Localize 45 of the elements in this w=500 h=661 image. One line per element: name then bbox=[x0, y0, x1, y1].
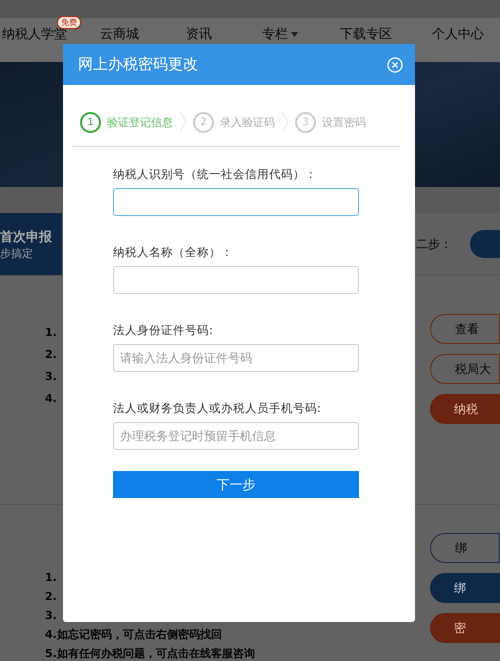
input-field[interactable] bbox=[113, 188, 359, 216]
field-label: 纳税人识别号（统一社会信用代码）： bbox=[113, 167, 318, 182]
input-field[interactable]: 请输入法人身份证件号码 bbox=[113, 344, 359, 372]
step-number: 1 bbox=[80, 112, 101, 132]
instruction-text: 2. bbox=[45, 590, 58, 603]
instruction-text: 4.如忘记密码，可点击右侧密码找回 bbox=[45, 628, 223, 641]
instruction-text: 4. bbox=[45, 392, 57, 405]
chevron-icon bbox=[179, 111, 187, 133]
step-label: 设置密码 bbox=[322, 114, 366, 130]
side-button[interactable]: 密 bbox=[430, 613, 500, 643]
side-button[interactable]: 税局大 bbox=[430, 354, 500, 384]
side-button[interactable]: 绑 bbox=[430, 533, 500, 563]
promo-button[interactable] bbox=[470, 230, 500, 258]
caret-icon bbox=[291, 32, 298, 36]
nav-link[interactable]: 下载专区 bbox=[340, 25, 392, 43]
instruction-text: 1. bbox=[45, 326, 57, 339]
close-icon[interactable] bbox=[387, 56, 403, 72]
chevron-icon bbox=[281, 111, 289, 133]
side-button[interactable]: 查看 bbox=[430, 314, 500, 344]
nav-badge: 免费 bbox=[57, 16, 81, 29]
side-button[interactable]: 纳税 bbox=[430, 394, 500, 424]
dialog-title: 网上办税密码更改 bbox=[78, 55, 198, 74]
input-field[interactable]: 办理税务登记时预留手机信息 bbox=[113, 422, 359, 450]
input-field[interactable] bbox=[113, 266, 359, 294]
instruction-text: 1. bbox=[45, 571, 58, 584]
nav-link[interactable]: 专栏 bbox=[262, 25, 298, 43]
step-label: 验证登记信息 bbox=[107, 114, 173, 130]
step-label: 二步： bbox=[416, 236, 452, 252]
step-number: 3 bbox=[295, 112, 316, 132]
field-label: 纳税人名称（全称）： bbox=[113, 245, 234, 260]
instruction-text: 3. bbox=[45, 609, 58, 622]
nav-link[interactable]: 云商城 bbox=[100, 25, 139, 43]
next-button[interactable]: 下一步 bbox=[113, 471, 359, 498]
side-button[interactable]: 绑 bbox=[430, 573, 500, 603]
nav-link[interactable]: 资讯 bbox=[186, 25, 212, 43]
promo-title: 首次申报 bbox=[0, 228, 53, 246]
instruction-text: 3. bbox=[45, 370, 57, 383]
nav-link[interactable]: 个人中心 bbox=[432, 25, 484, 43]
promo-subtitle: 步搞定 bbox=[0, 246, 34, 260]
instruction-text: 5.如有任何办税问题，可点击在线客服咨询 bbox=[45, 647, 255, 660]
field-label: 法人或财务负责人或办税人员手机号码: bbox=[113, 401, 322, 416]
step-label: 录入验证码 bbox=[220, 114, 275, 130]
step-number: 2 bbox=[193, 112, 214, 132]
field-label: 法人身份证件号码: bbox=[113, 323, 214, 338]
instruction-text: 2. bbox=[45, 348, 57, 361]
